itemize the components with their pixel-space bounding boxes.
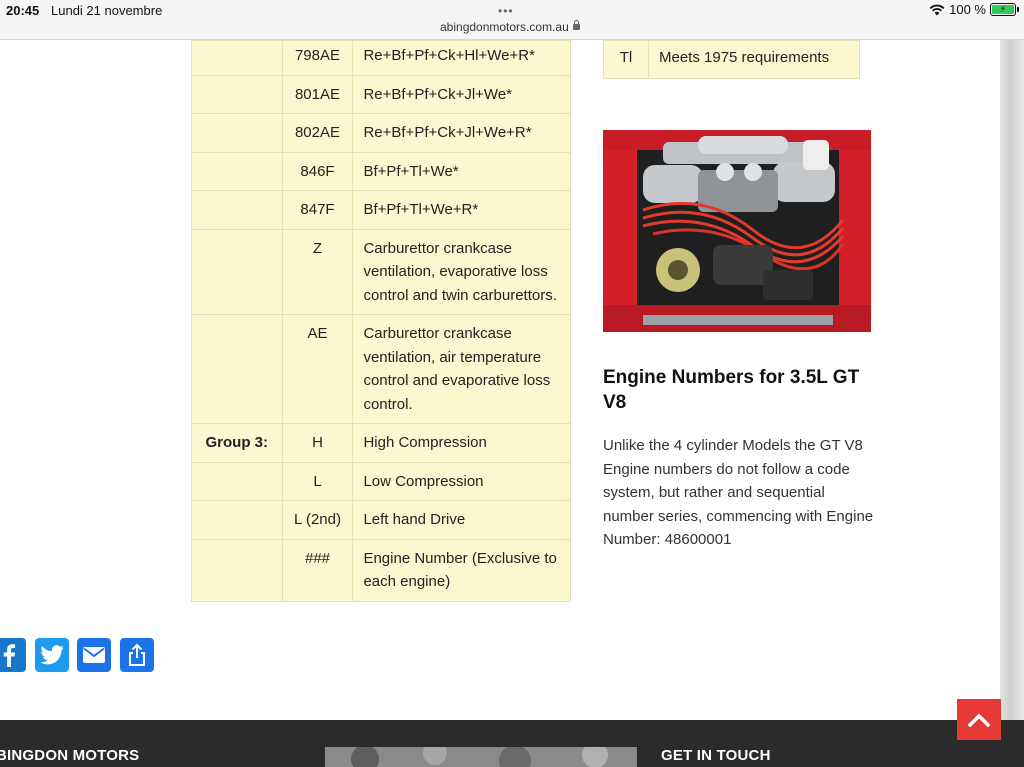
battery-percent: 100 % bbox=[949, 2, 986, 17]
twitter-icon bbox=[40, 645, 64, 665]
table-cell-group bbox=[191, 228, 283, 315]
site-footer: BINGDON MOTORS GET IN TOUCH bbox=[0, 720, 1024, 767]
table-cell-desc: Bf+Pf+Tl+We* bbox=[352, 151, 571, 191]
table-cell-desc: High Compression bbox=[352, 423, 571, 463]
table-row: 847F Bf+Pf+Tl+We+R* bbox=[191, 190, 571, 230]
table-cell-code: ### bbox=[281, 538, 354, 602]
footer-contact-heading: GET IN TOUCH bbox=[661, 747, 771, 764]
table-cell-group bbox=[191, 74, 283, 114]
back-to-top-button[interactable] bbox=[957, 699, 1001, 740]
table-cell-group bbox=[191, 314, 283, 424]
table-cell-code: AE bbox=[281, 314, 354, 424]
table-cell-group bbox=[191, 461, 283, 501]
table-cell-desc: Carburettor crankcase ventilation, air t… bbox=[352, 314, 571, 424]
share-icon bbox=[129, 643, 145, 666]
lock-icon bbox=[572, 20, 580, 30]
table-cell-code: 802AE bbox=[281, 113, 354, 153]
engine-bay-illustration bbox=[603, 130, 871, 332]
table-row: Tl Meets 1975 requirements bbox=[603, 40, 860, 79]
footer-photo bbox=[325, 747, 637, 767]
status-bar: 20:45 Lundi 21 novembre ••• abingdonmoto… bbox=[0, 0, 1024, 40]
wifi-icon bbox=[929, 4, 945, 15]
engine-code-table: 798AE Re+Bf+Pf+Ck+Hl+We+R* 801AE Re+Bf+Pf+C… bbox=[191, 40, 571, 602]
table-cell-desc: Left hand Drive bbox=[352, 500, 571, 540]
table-cell-group bbox=[191, 113, 283, 153]
table-row: 801AE Re+Bf+Pf+Ck+Jl+We* bbox=[191, 74, 571, 114]
emissions-table: Tl Meets 1975 requirements bbox=[603, 40, 860, 79]
status-indicators: 100 % ⚡ bbox=[929, 2, 1019, 17]
status-time: 20:45 bbox=[6, 3, 40, 18]
table-cell-desc: Re+Bf+Pf+Ck+Jl+We+R* bbox=[352, 113, 571, 153]
table-cell-group bbox=[191, 500, 283, 540]
table-cell-code: 798AE bbox=[281, 40, 354, 76]
status-date: Lundi 21 novembre bbox=[51, 3, 163, 18]
table-row: ### Engine Number (Exclusive to each engi… bbox=[191, 538, 571, 602]
facebook-icon bbox=[3, 644, 16, 667]
table-cell-code: L bbox=[281, 461, 354, 501]
twitter-share-button[interactable] bbox=[35, 638, 69, 672]
table-cell-group bbox=[191, 538, 283, 602]
table-cell-code: 846F bbox=[281, 151, 354, 191]
table-cell-desc: Re+Bf+Pf+Ck+Hl+We+R* bbox=[352, 40, 571, 76]
table-row: 802AE Re+Bf+Pf+Ck+Jl+We+R* bbox=[191, 113, 571, 153]
email-icon bbox=[83, 647, 105, 663]
table-cell-code: 847F bbox=[281, 190, 354, 230]
more-share-button[interactable] bbox=[120, 638, 154, 672]
facebook-share-button[interactable] bbox=[0, 638, 26, 672]
table-cell-group bbox=[191, 151, 283, 191]
footer-photo-illustration bbox=[325, 747, 637, 767]
battery-icon: ⚡ bbox=[990, 3, 1019, 16]
table-cell-desc: Bf+Pf+Tl+We+R* bbox=[352, 190, 571, 230]
table-cell-code: H bbox=[281, 423, 354, 463]
footer-brand-heading: BINGDON MOTORS bbox=[0, 747, 140, 764]
address-bar[interactable]: abingdonmotors.com.au bbox=[440, 20, 580, 34]
table-row: AE Carburettor crankcase ventilation, air… bbox=[191, 314, 571, 424]
chevron-up-icon bbox=[968, 713, 990, 727]
engine-numbers-heading: Engine Numbers for 3.5L GT V8 bbox=[603, 367, 860, 413]
table-cell-group bbox=[191, 40, 283, 76]
table-cell-code: Tl bbox=[603, 40, 649, 79]
table-row: L Low Compression bbox=[191, 461, 571, 501]
table-cell-desc: Re+Bf+Pf+Ck+Jl+We* bbox=[352, 74, 571, 114]
engine-bay-photo[interactable] bbox=[603, 130, 871, 332]
table-row: Z Carburettor crankcase ventilation, evap… bbox=[191, 228, 571, 315]
multitasking-dots-icon[interactable]: ••• bbox=[498, 4, 514, 18]
table-cell-code: 801AE bbox=[281, 74, 354, 114]
table-cell-desc: Low Compression bbox=[352, 461, 571, 501]
url-text: abingdonmotors.com.au bbox=[440, 20, 569, 34]
table-cell-desc: Meets 1975 requirements bbox=[648, 40, 860, 79]
table-row: 846F Bf+Pf+Tl+We* bbox=[191, 151, 571, 191]
table-row: L (2nd) Left hand Drive bbox=[191, 500, 571, 540]
email-share-button[interactable] bbox=[77, 638, 111, 672]
table-cell-group bbox=[191, 190, 283, 230]
table-row: Group 3: H High Compression bbox=[191, 423, 571, 463]
table-cell-code: Z bbox=[281, 228, 354, 315]
table-cell-desc: Engine Number (Exclusive to each engine) bbox=[352, 538, 571, 602]
table-cell-desc: Carburettor crankcase ventilation, evapo… bbox=[352, 228, 571, 315]
table-cell-code: L (2nd) bbox=[281, 500, 354, 540]
table-row: 798AE Re+Bf+Pf+Ck+Hl+We+R* bbox=[191, 40, 571, 76]
table-cell-group: Group 3: bbox=[191, 423, 283, 463]
background-edge bbox=[1000, 40, 1024, 720]
engine-numbers-paragraph: Unlike the 4 cylinder Models the GT V8 E… bbox=[603, 437, 874, 548]
